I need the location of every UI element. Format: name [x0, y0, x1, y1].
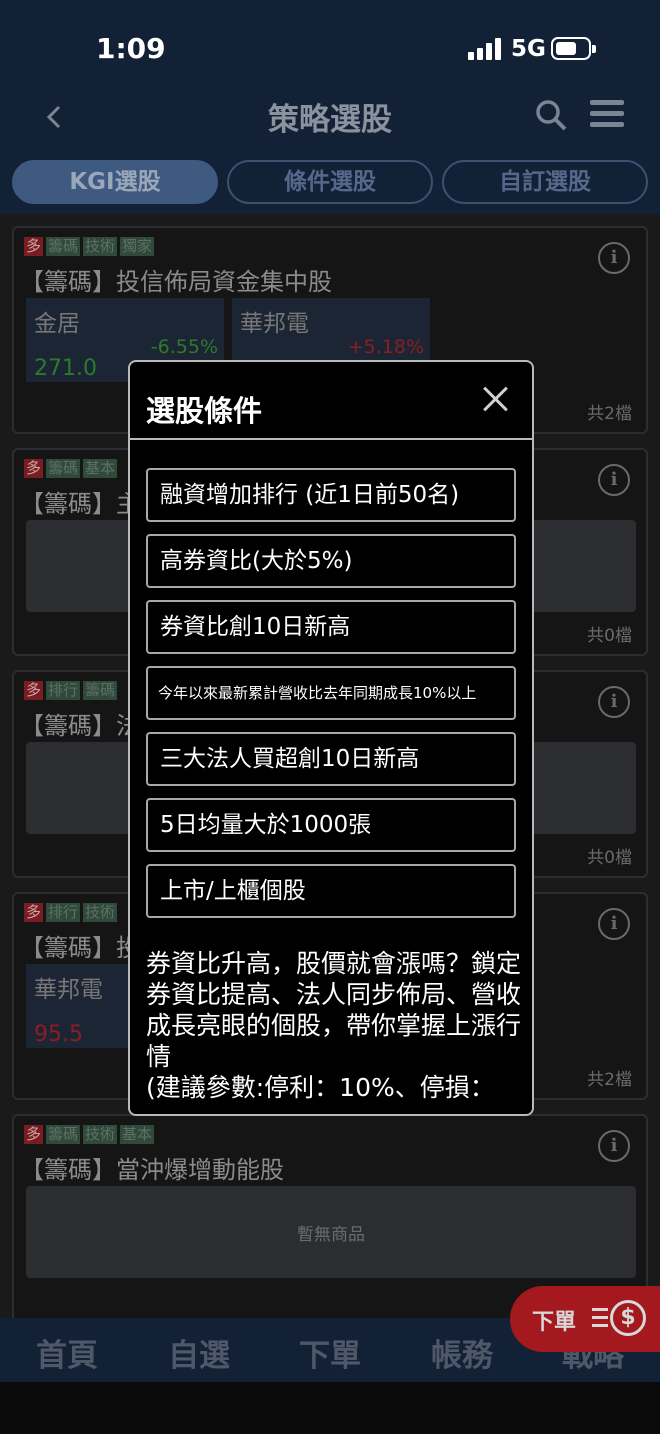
stock-price: 271.0 [34, 356, 97, 381]
battery-icon [551, 37, 596, 60]
nav-order[interactable]: 下單 [265, 1330, 395, 1375]
status-bar: 1:09 5G [0, 0, 660, 96]
tab-bar: KGI選股 條件選股 自訂選股 [12, 160, 648, 204]
tag: 多 [24, 903, 44, 922]
order-floating-button[interactable]: 下單 $ [510, 1286, 660, 1352]
condition-item: 三大法人買超創10日新高 [146, 732, 516, 786]
info-icon[interactable]: i [598, 1130, 630, 1162]
modal-header: 選股條件 [130, 362, 532, 440]
tab-condition[interactable]: 條件選股 [227, 160, 433, 204]
tag: 技術 [83, 1125, 118, 1144]
tab-kgi[interactable]: KGI選股 [12, 160, 218, 204]
signal-icon [468, 38, 502, 60]
stock-price: 95.5 [34, 1022, 83, 1047]
condition-item: 高券資比(大於5%) [146, 534, 516, 588]
nav-account[interactable]: 帳務 [397, 1330, 527, 1375]
menu-icon[interactable] [590, 100, 624, 130]
tag-group: 多籌碼 技術 基本 [24, 1124, 157, 1144]
tag: 排行 [46, 903, 81, 922]
info-icon[interactable]: i [598, 908, 630, 940]
home-indicator-area [0, 1382, 660, 1434]
tag: 籌碼 [46, 1125, 81, 1144]
tag: 籌碼 [83, 681, 118, 700]
info-icon[interactable]: i [598, 686, 630, 718]
stock-name: 華邦電 [34, 977, 103, 1003]
card-title: 【籌碼】主 [20, 490, 140, 518]
tab-custom[interactable]: 自訂選股 [442, 160, 648, 204]
tag: 基本 [120, 1125, 155, 1144]
nav-watchlist[interactable]: 自選 [134, 1330, 264, 1375]
tag: 排行 [46, 681, 81, 700]
tag: 多 [24, 459, 44, 478]
tag: 多 [24, 681, 44, 700]
tag-group: 多籌碼 技術 獨家 [24, 236, 157, 256]
stock-name: 華邦電 [240, 311, 309, 337]
condition-item: 5日均量大於1000張 [146, 798, 516, 852]
tag: 基本 [83, 459, 118, 478]
stock-count: 共2檔 [587, 1070, 632, 1090]
strategy-description: 券資比升高，股價就會漲嗎？鎖定券資比提高、法人同步佈局、營收成長亮眼的個股，帶你… [146, 949, 522, 1102]
tag-group: 多籌碼 基本 [24, 458, 120, 478]
conditions-modal: 選股條件 融資增加排行 (近1日前50名) 高券資比(大於5%) 券資比創10日… [128, 360, 534, 1116]
stock-change: +5.18% [347, 336, 424, 358]
search-icon[interactable] [534, 98, 568, 132]
tag-group: 多排行 技術 [24, 902, 120, 922]
close-icon[interactable] [482, 386, 508, 412]
stock-name: 金居 [34, 311, 80, 337]
empty-placeholder: 暫無商品 [26, 1186, 636, 1278]
tag: 技術 [83, 237, 118, 256]
info-icon[interactable]: i [598, 242, 630, 274]
info-icon[interactable]: i [598, 464, 630, 496]
stock-count: 共0檔 [587, 848, 632, 868]
card-title: 【籌碼】當沖爆增動能股 [20, 1156, 284, 1184]
order-button-label: 下單 [532, 1310, 577, 1335]
tag-group: 多排行 籌碼 [24, 680, 120, 700]
tag: 籌碼 [46, 237, 81, 256]
condition-item: 上市/上櫃個股 [146, 864, 516, 918]
modal-title: 選股條件 [146, 394, 263, 428]
condition-item: 今年以來最新累計營收比去年同期成長10%以上 [146, 666, 516, 720]
card-title: 【籌碼】法 [20, 712, 140, 740]
card-title: 【籌碼】投信佈局資金集中股 [20, 268, 332, 296]
tag: 籌碼 [46, 459, 81, 478]
lines-icon [592, 1308, 608, 1328]
stock-count: 共2檔 [587, 404, 632, 424]
tag: 獨家 [120, 237, 155, 256]
network-label: 5G [511, 36, 546, 62]
dollar-coin-icon: $ [610, 1300, 646, 1336]
tag: 多 [24, 237, 44, 256]
tag: 技術 [83, 903, 118, 922]
condition-item: 券資比創10日新高 [146, 600, 516, 654]
empty-text: 暫無商品 [297, 1225, 365, 1245]
nav-home[interactable]: 首頁 [2, 1330, 132, 1375]
tag: 多 [24, 1125, 44, 1144]
card-title: 【籌碼】投 [20, 934, 140, 962]
app-header: 策略選股 KGI選股 條件選股 自訂選股 [0, 96, 660, 214]
stock-count: 共0檔 [587, 626, 632, 646]
condition-item: 融資增加排行 (近1日前50名) [146, 468, 516, 522]
stock-change: -6.55% [150, 336, 218, 358]
status-time: 1:09 [96, 32, 166, 65]
